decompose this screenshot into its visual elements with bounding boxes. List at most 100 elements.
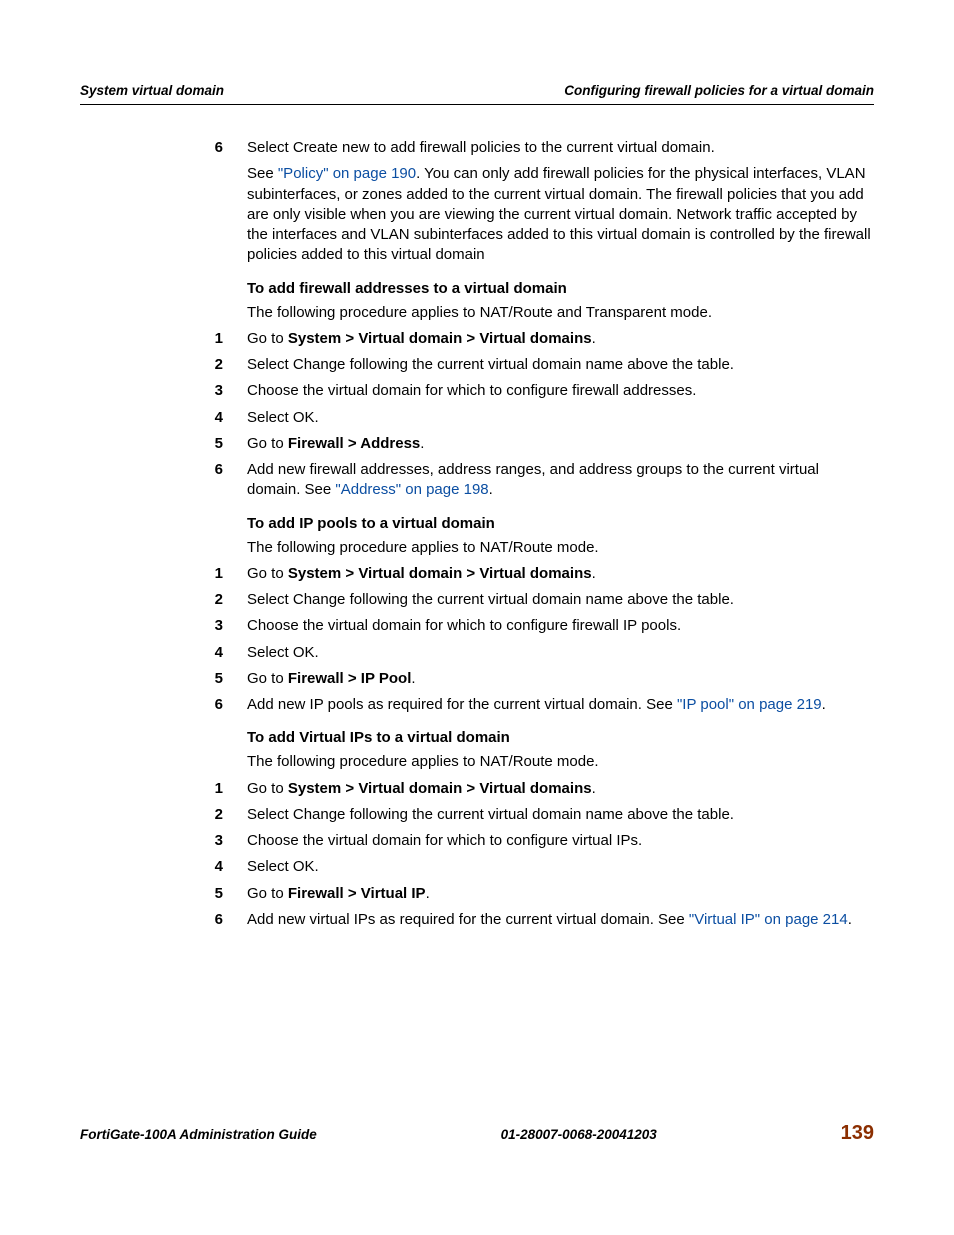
gutter xyxy=(80,515,247,532)
step-row: 6 Add new virtual IPs as required for th… xyxy=(80,910,874,930)
procedure-heading-row: To add firewall addresses to a virtual d… xyxy=(80,280,874,297)
cross-ref-link[interactable]: "Virtual IP" on page 214 xyxy=(689,911,848,928)
paragraph-text: The following procedure applies to NAT/R… xyxy=(247,303,874,323)
step-text: Add new IP pools as required for the cur… xyxy=(247,695,874,715)
step-number: 5 xyxy=(80,884,247,904)
step-row: 6 Add new IP pools as required for the c… xyxy=(80,695,874,715)
cross-ref-link[interactable]: "Policy" on page 190 xyxy=(278,165,416,182)
page-content: 6 Select Create new to add firewall poli… xyxy=(80,138,874,936)
text: . xyxy=(592,780,596,797)
step-number: 6 xyxy=(80,910,247,930)
step-row: 5 Go to Firewall > Address. xyxy=(80,434,874,454)
text: . xyxy=(420,435,424,452)
step-text: Choose the virtual domain for which to c… xyxy=(247,831,874,851)
step-number: 5 xyxy=(80,669,247,689)
gutter xyxy=(80,538,247,558)
paragraph-row: See "Policy" on page 190. You can only a… xyxy=(80,164,874,265)
step-number: 4 xyxy=(80,857,247,877)
paragraph-row: The following procedure applies to NAT/R… xyxy=(80,303,874,323)
cross-ref-link[interactable]: "IP pool" on page 219 xyxy=(677,696,822,713)
step-number: 4 xyxy=(80,408,247,428)
step-row: 3 Choose the virtual domain for which to… xyxy=(80,381,874,401)
step-text: Select OK. xyxy=(247,643,874,663)
text: . xyxy=(848,911,852,928)
step-number: 1 xyxy=(80,564,247,584)
document-page: System virtual domain Configuring firewa… xyxy=(0,0,954,1235)
step-row: 6 Add new firewall addresses, address ra… xyxy=(80,460,874,501)
text: Go to xyxy=(247,780,288,797)
menu-path: Firewall > Address xyxy=(288,435,420,452)
step-text: Select OK. xyxy=(247,857,874,877)
step-row: 5 Go to Firewall > Virtual IP. xyxy=(80,884,874,904)
text: . xyxy=(592,330,596,347)
step-number: 2 xyxy=(80,805,247,825)
text: See xyxy=(247,165,278,182)
step-number: 3 xyxy=(80,381,247,401)
footer-page-number: 139 xyxy=(841,1122,874,1145)
step-row: 4 Select OK. xyxy=(80,857,874,877)
step-number: 6 xyxy=(80,460,247,501)
step-number: 2 xyxy=(80,590,247,610)
page-footer: FortiGate-100A Administration Guide 01-2… xyxy=(80,1122,874,1145)
step-text: Go to System > Virtual domain > Virtual … xyxy=(247,779,874,799)
text: . xyxy=(489,481,493,498)
procedure-heading: To add firewall addresses to a virtual d… xyxy=(247,280,567,297)
procedure-heading-row: To add Virtual IPs to a virtual domain xyxy=(80,729,874,746)
gutter xyxy=(80,164,247,265)
step-number: 4 xyxy=(80,643,247,663)
footer-doc-id: 01-28007-0068-20041203 xyxy=(501,1127,657,1142)
step-row: 4 Select OK. xyxy=(80,408,874,428)
text: Go to xyxy=(247,565,288,582)
header-left: System virtual domain xyxy=(80,83,224,98)
step-number: 5 xyxy=(80,434,247,454)
step-text: Select OK. xyxy=(247,408,874,428)
text: . xyxy=(592,565,596,582)
gutter xyxy=(80,729,247,746)
step-row: 1 Go to System > Virtual domain > Virtua… xyxy=(80,329,874,349)
step-text: Go to System > Virtual domain > Virtual … xyxy=(247,564,874,584)
text: Go to xyxy=(247,330,288,347)
step-row: 3 Choose the virtual domain for which to… xyxy=(80,616,874,636)
text: . xyxy=(411,670,415,687)
text: Go to xyxy=(247,670,288,687)
paragraph-row: The following procedure applies to NAT/R… xyxy=(80,538,874,558)
gutter xyxy=(80,303,247,323)
step-row: 6 Select Create new to add firewall poli… xyxy=(80,138,874,158)
step-text: Add new firewall addresses, address rang… xyxy=(247,460,874,501)
step-text: Choose the virtual domain for which to c… xyxy=(247,616,874,636)
step-number: 3 xyxy=(80,831,247,851)
paragraph-text: See "Policy" on page 190. You can only a… xyxy=(247,164,874,265)
step-row: 2 Select Change following the current vi… xyxy=(80,590,874,610)
text: . xyxy=(822,696,826,713)
paragraph-text: The following procedure applies to NAT/R… xyxy=(247,752,874,772)
procedure-heading-row: To add IP pools to a virtual domain xyxy=(80,515,874,532)
step-number: 2 xyxy=(80,355,247,375)
text: . xyxy=(426,885,430,902)
menu-path: Firewall > Virtual IP xyxy=(288,885,426,902)
step-number: 1 xyxy=(80,779,247,799)
gutter xyxy=(80,280,247,297)
step-number: 3 xyxy=(80,616,247,636)
menu-path: System > Virtual domain > Virtual domain… xyxy=(288,330,592,347)
step-row: 3 Choose the virtual domain for which to… xyxy=(80,831,874,851)
procedure-heading: To add IP pools to a virtual domain xyxy=(247,515,495,532)
step-row: 4 Select OK. xyxy=(80,643,874,663)
step-text: Go to System > Virtual domain > Virtual … xyxy=(247,329,874,349)
gutter xyxy=(80,752,247,772)
paragraph-text: The following procedure applies to NAT/R… xyxy=(247,538,874,558)
step-text: Select Create new to add firewall polici… xyxy=(247,138,874,158)
cross-ref-link[interactable]: "Address" on page 198 xyxy=(335,481,488,498)
footer-doc-title: FortiGate-100A Administration Guide xyxy=(80,1127,317,1142)
header-rule xyxy=(80,104,874,105)
step-row: 1 Go to System > Virtual domain > Virtua… xyxy=(80,564,874,584)
step-text: Choose the virtual domain for which to c… xyxy=(247,381,874,401)
step-text: Go to Firewall > Address. xyxy=(247,434,874,454)
text: Go to xyxy=(247,885,288,902)
text: Select Create new to add firewall polici… xyxy=(247,139,715,156)
text: Add new virtual IPs as required for the … xyxy=(247,911,689,928)
text: Add new firewall addresses, address rang… xyxy=(247,461,819,498)
procedure-heading: To add Virtual IPs to a virtual domain xyxy=(247,729,510,746)
step-text: Go to Firewall > IP Pool. xyxy=(247,669,874,689)
step-row: 2 Select Change following the current vi… xyxy=(80,805,874,825)
paragraph-row: The following procedure applies to NAT/R… xyxy=(80,752,874,772)
